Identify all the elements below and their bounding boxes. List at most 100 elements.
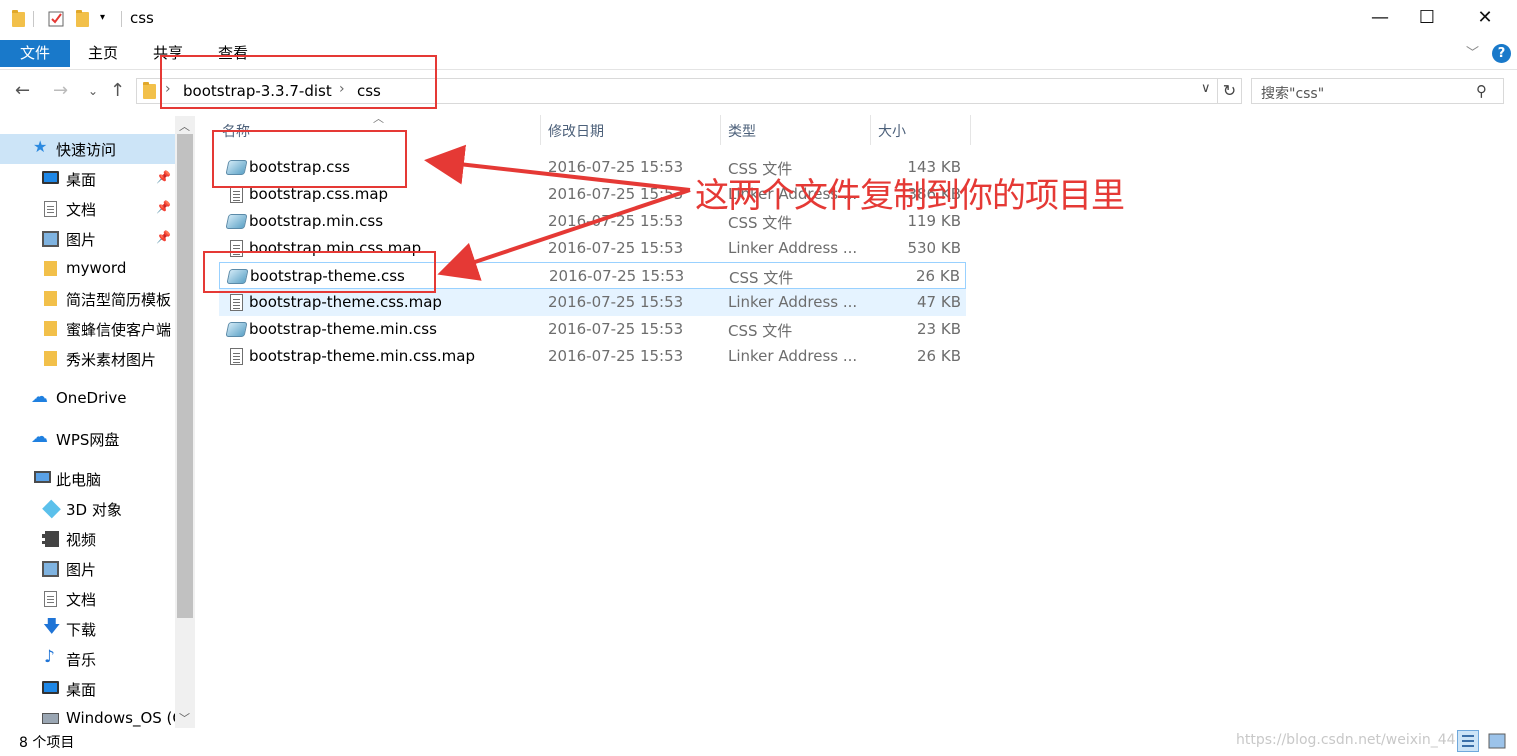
customize-toolbar-dropdown-icon[interactable]: ▾ (100, 12, 105, 30)
file-row[interactable]: bootstrap-theme.css.map 2016-07-25 15:53… (219, 289, 966, 316)
large-icons-view-icon[interactable] (1486, 730, 1508, 752)
watermark: https://blog.csdn.net/weixin_44 (1236, 732, 1456, 748)
sidebar-item-desktop-pc[interactable]: 桌面 (0, 674, 175, 704)
download-icon: 🡇 (43, 617, 61, 637)
file-name: bootstrap-theme.css.map (249, 293, 442, 311)
sidebar-item-myword[interactable]: myword (0, 254, 175, 284)
sidebar-item-documents[interactable]: 文档 📌 (0, 194, 175, 224)
file-date: 2016-07-25 15:53 (548, 212, 684, 230)
navigation-pane: ★ 快速访问 桌面 📌 文档 📌 图片 📌 myword 简洁型简历模板 蜜蜂信… (0, 116, 196, 728)
column-header-date[interactable]: 修改日期 (548, 121, 604, 141)
up-arrow-icon[interactable]: ↑ (110, 80, 125, 101)
back-arrow-icon[interactable]: ← (15, 80, 30, 101)
address-dropdown-icon[interactable]: ∨ (1201, 81, 1211, 96)
tab-file[interactable]: 文件 (0, 40, 70, 67)
divider (33, 11, 34, 27)
column-header-size[interactable]: 大小 (878, 121, 906, 141)
music-icon: ♪ (44, 647, 55, 667)
desktop-icon (42, 171, 59, 184)
sidebar-item-xiumi-images[interactable]: 秀米素材图片 (0, 344, 175, 374)
file-type: Linker Address ... (728, 347, 858, 365)
sidebar-item-3d-objects[interactable]: 3D 对象 (0, 494, 175, 524)
sidebar-item-quick-access[interactable]: ★ 快速访问 (0, 134, 175, 164)
pin-icon[interactable]: 📌 (156, 170, 171, 184)
sidebar-item-pictures-pc[interactable]: 图片 (0, 554, 175, 584)
sidebar-item-label: 视频 (66, 531, 97, 549)
folder-icon (44, 321, 57, 336)
refresh-icon[interactable]: ↻ (1218, 78, 1242, 104)
sidebar-item-onedrive[interactable]: ☁ OneDrive (0, 384, 175, 414)
sidebar-item-downloads[interactable]: 🡇 下载 (0, 614, 175, 644)
new-folder-icon[interactable] (76, 10, 89, 27)
file-row[interactable]: bootstrap-theme.min.css.map 2016-07-25 1… (219, 343, 966, 370)
sidebar-item-label: 音乐 (66, 651, 97, 669)
sidebar-item-music[interactable]: ♪ 音乐 (0, 644, 175, 674)
file-date: 2016-07-25 15:53 (548, 293, 684, 311)
file-date: 2016-07-25 15:53 (548, 320, 684, 338)
properties-check-icon[interactable] (48, 10, 66, 28)
document-icon (44, 591, 57, 607)
status-bar: 8 个项目 https://blog.csdn.net/weixin_44 (0, 728, 1517, 756)
sidebar-item-label: 简洁型简历模板 (66, 291, 172, 309)
sidebar-item-wps-drive[interactable]: ☁ WPS网盘 (0, 424, 175, 454)
recent-locations-chevron-icon[interactable]: ⌄ (88, 84, 98, 98)
chevron-down-icon[interactable]: ﹀ (1466, 42, 1479, 61)
sidebar-item-documents-pc[interactable]: 文档 (0, 584, 175, 614)
sidebar-item-label: WPS网盘 (56, 431, 120, 449)
folder-icon (44, 261, 57, 276)
column-divider[interactable] (870, 115, 871, 145)
map-file-icon (230, 186, 243, 203)
scroll-up-icon[interactable]: ︿ (179, 118, 190, 134)
pin-icon[interactable]: 📌 (156, 230, 171, 244)
sidebar-item-label: 3D 对象 (66, 501, 122, 519)
file-date: 2016-07-25 15:53 (548, 347, 684, 365)
sidebar-item-c-drive[interactable]: Windows_OS (C (0, 704, 183, 728)
folder-icon[interactable] (12, 10, 25, 27)
annotation-box-bootstrap-css (212, 130, 407, 188)
file-date: 2016-07-25 15:53 (549, 267, 685, 285)
help-button[interactable]: ? (1492, 44, 1511, 63)
search-input[interactable]: 搜索"css" ⚲ (1251, 78, 1504, 104)
scroll-down-icon[interactable]: ﹀ (179, 710, 190, 726)
column-divider[interactable] (720, 115, 721, 145)
this-pc-icon (34, 471, 51, 483)
sidebar-item-label: myword (66, 259, 127, 277)
scrollbar-thumb[interactable] (177, 134, 193, 618)
sidebar-item-desktop[interactable]: 桌面 📌 (0, 164, 175, 194)
file-name: bootstrap-theme.min.css (249, 320, 437, 338)
sidebar-item-pictures[interactable]: 图片 📌 (0, 224, 175, 254)
wps-cloud-icon: ☁ (31, 427, 48, 447)
forward-arrow-icon[interactable]: → (53, 80, 68, 101)
details-view-icon[interactable] (1457, 730, 1479, 752)
sidebar-item-this-pc[interactable]: 此电脑 (0, 464, 175, 494)
column-divider[interactable] (540, 115, 541, 145)
map-file-icon (230, 294, 243, 311)
sidebar-item-label: 此电脑 (56, 471, 102, 489)
column-header-type[interactable]: 类型 (728, 121, 756, 141)
sidebar-item-resume-template[interactable]: 简洁型简历模板 (0, 284, 175, 314)
sidebar-scrollbar[interactable]: ︿ ﹀ (175, 116, 195, 728)
annotation-text: 这两个文件复制到你的项目里 (695, 176, 1125, 216)
sidebar-item-label: OneDrive (56, 389, 127, 407)
tab-home[interactable]: 主页 (78, 40, 128, 67)
file-date: 2016-07-25 15:53 (548, 185, 684, 203)
document-icon (44, 201, 57, 217)
sidebar-item-label: 图片 (66, 231, 97, 249)
sidebar-item-bee-messenger[interactable]: 蜜蜂信使客户端 (0, 314, 175, 344)
column-divider[interactable] (970, 115, 971, 145)
maximize-button[interactable]: ☐ (1404, 0, 1450, 38)
search-icon[interactable]: ⚲ (1476, 82, 1487, 100)
file-type: CSS 文件 (729, 269, 794, 287)
file-row[interactable]: bootstrap-theme.min.css 2016-07-25 15:53… (219, 316, 966, 343)
close-button[interactable]: ✕ (1462, 0, 1508, 38)
sidebar-item-videos[interactable]: 视频 (0, 524, 175, 554)
file-size: 26 KB (917, 347, 961, 365)
item-count: 8 个项目 (19, 735, 75, 751)
minimize-button[interactable]: — (1357, 0, 1403, 38)
sidebar-item-label: 桌面 (66, 681, 97, 699)
picture-icon (42, 561, 59, 577)
pin-icon[interactable]: 📌 (156, 200, 171, 214)
annotation-box-bootstrap-theme-css (203, 251, 436, 293)
file-date: 2016-07-25 15:53 (548, 158, 684, 176)
file-size: 26 KB (916, 267, 960, 285)
